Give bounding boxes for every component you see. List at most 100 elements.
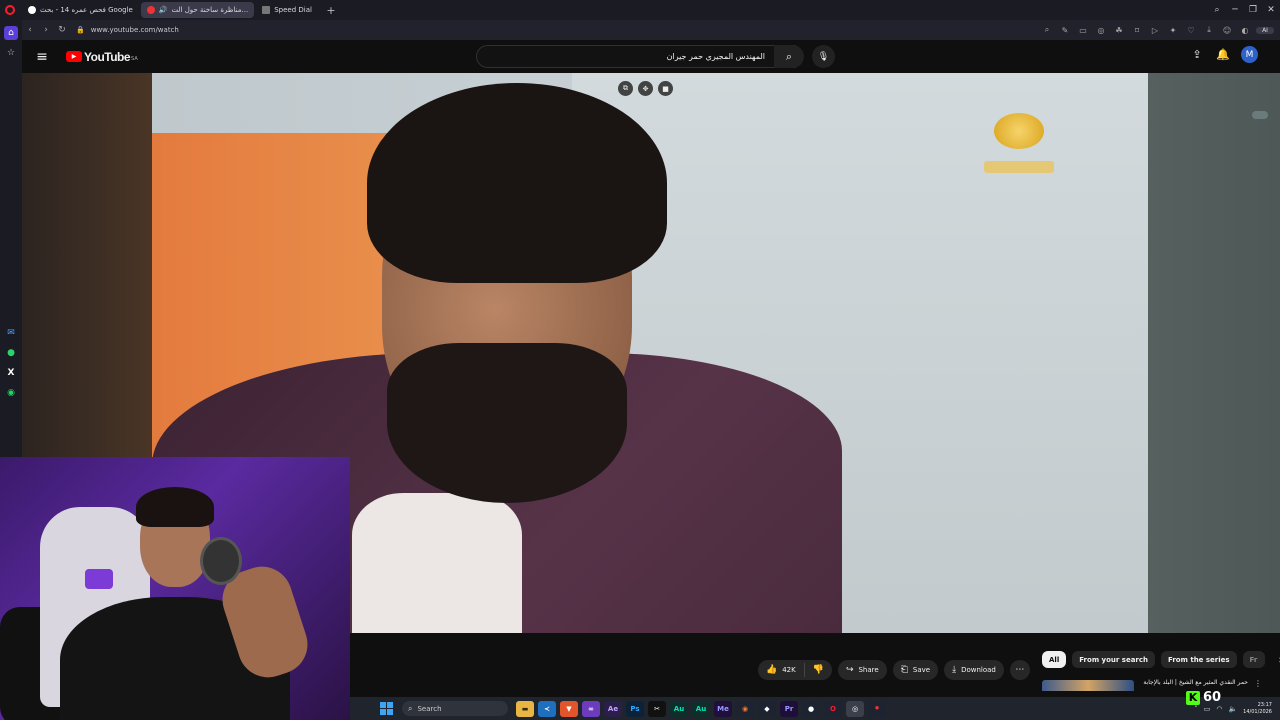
premiere-icon[interactable]: Pr <box>780 700 798 717</box>
stream-viewer-badge: K 60 <box>1186 690 1221 705</box>
spotify-icon[interactable]: ◉ <box>4 386 18 400</box>
chip-from-the-series[interactable]: From the series <box>1161 651 1237 668</box>
recommended-video-thumbnail[interactable] <box>1042 680 1134 691</box>
chip-from-your-search[interactable]: From your search <box>1072 651 1156 668</box>
more-actions-button[interactable]: ⋯ <box>1009 660 1030 680</box>
extensions-icon[interactable]: ☘ <box>1112 26 1126 35</box>
opera-logo-icon[interactable] <box>0 0 20 20</box>
bookmark-icon[interactable]: ⌑ <box>1130 26 1144 35</box>
capcut-icon[interactable]: ✂ <box>648 700 666 717</box>
new-tab-button[interactable]: + <box>324 3 338 17</box>
aria-ai-button[interactable]: AI <box>1256 26 1274 34</box>
back-icon[interactable]: ‹ <box>22 25 38 35</box>
upload-icon[interactable]: ⇪ <box>1189 48 1205 61</box>
recommended-more-icon[interactable]: ⋮ <box>1254 679 1262 688</box>
snapshot-icon[interactable]: ✥ <box>638 81 653 96</box>
video-camera-icon[interactable]: ■ <box>658 81 673 96</box>
download-button[interactable]: ⤓ Download <box>944 660 1004 680</box>
tray-chevron-icon[interactable]: ˄ <box>1194 705 1198 713</box>
browser-tab-strip: فحص عمره 14 - بحث Google 🔊 مناظرة ساخنة … <box>0 0 1280 20</box>
chip-all[interactable]: All <box>1042 651 1067 668</box>
tab-search-icon[interactable]: ⌕ <box>1208 5 1226 15</box>
tab-google-search[interactable]: فحص عمره 14 - بحث Google <box>22 2 139 18</box>
x-twitter-icon[interactable]: X <box>4 366 18 380</box>
youtube-header: ≡ ▶ YouTube SA ✕ ⌕ 🎙 ⇪ 🔔 M <box>22 40 1280 73</box>
clock-date: 14/01/2026 <box>1243 708 1272 715</box>
unity-icon[interactable]: ◆ <box>758 700 776 717</box>
after-effects-icon[interactable]: Ae <box>604 700 622 717</box>
window-controls: ⌕ ─ ❐ ✕ <box>1208 0 1280 20</box>
taskbar-apps: ▬ ≺ ▼ ∞ Ae Ps ✂ Au Au Me ◉ ◆ Pr ● O ◎ ⏺ <box>516 700 886 717</box>
lens-icon[interactable]: ⌕ <box>1040 25 1054 35</box>
heart-icon[interactable]: ♡ <box>1184 26 1198 35</box>
brave-icon[interactable]: ▼ <box>560 700 578 717</box>
youtube-logo[interactable]: ▶ YouTube SA <box>66 50 138 64</box>
share-label: Share <box>858 666 879 674</box>
search-input[interactable] <box>477 52 775 61</box>
microphone-icon: 🎙 <box>817 51 830 62</box>
wifi-icon[interactable]: ◠ <box>1216 705 1222 713</box>
chip-more[interactable]: Fr <box>1242 651 1265 668</box>
minimize-button[interactable]: ─ <box>1226 5 1244 15</box>
save-button[interactable]: ⎗ Save <box>892 660 939 680</box>
url-field[interactable]: 🔒 www.youtube.com/watch <box>76 26 179 34</box>
record-icon[interactable]: ⏺ <box>868 700 886 717</box>
forward-icon[interactable]: › <box>38 25 54 35</box>
audition-icon[interactable]: Au <box>670 700 688 717</box>
streamer-webcam <box>0 457 350 720</box>
home-icon[interactable]: ⌂ <box>4 26 18 40</box>
whatsapp-icon[interactable]: ● <box>4 346 18 360</box>
ambient-toggle[interactable] <box>1252 111 1268 119</box>
download-label: Download <box>961 666 996 674</box>
volume-icon[interactable]: 🔈 <box>1228 705 1237 713</box>
photoshop-icon[interactable]: Ps <box>626 700 644 717</box>
media-encoder-icon[interactable]: Me <box>714 700 732 717</box>
voice-search-button[interactable]: 🎙 <box>812 45 835 68</box>
file-explorer-icon[interactable]: ▬ <box>516 700 534 717</box>
reload-icon[interactable]: ↻ <box>54 25 70 35</box>
tab-label: مناظرة ساخنة حول الت... <box>171 6 249 14</box>
easy-setup-icon[interactable]: ◐ <box>1238 26 1252 35</box>
blender-icon[interactable]: ◉ <box>736 700 754 717</box>
avatar[interactable]: M <box>1241 46 1258 63</box>
play-icon[interactable]: ▷ <box>1148 26 1162 35</box>
recommended-video-title[interactable]: حمر النقدي المثير مع الشيخ | البلد بالإج… <box>1138 679 1248 686</box>
camera-icon[interactable]: ◎ <box>1094 26 1108 35</box>
address-bar-row: ‹ › ↻ 🔒 www.youtube.com/watch ⌕ ✎ ▭ ◎ ☘ … <box>22 20 1280 40</box>
tab-youtube-video[interactable]: 🔊 مناظرة ساخنة حول الت... <box>140 2 255 18</box>
search-icon: ⌕ <box>408 703 413 713</box>
download-icon[interactable]: ⤓ <box>1202 25 1216 35</box>
channel-watermark-logo <box>994 113 1044 149</box>
maximize-button[interactable]: ❐ <box>1244 5 1262 15</box>
messenger-icon[interactable]: ✉ <box>4 326 18 340</box>
battery-icon[interactable]: ▭ <box>1204 705 1211 713</box>
pip-icon[interactable]: ▭ <box>1076 26 1090 35</box>
edit-icon[interactable]: ✎ <box>1058 26 1072 35</box>
obs-icon[interactable]: ● <box>802 700 820 717</box>
taskbar-search[interactable]: ⌕ Search <box>402 701 508 716</box>
share-button[interactable]: ↪ Share <box>837 660 887 680</box>
close-window-button[interactable]: ✕ <box>1262 5 1280 15</box>
menu-icon[interactable]: ≡ <box>22 49 62 65</box>
vscode-icon[interactable]: ≺ <box>538 700 556 717</box>
like-button[interactable]: 👍 42K <box>758 663 805 677</box>
chrome-icon[interactable]: ◎ <box>846 700 864 717</box>
search-button[interactable]: ⌕ <box>774 45 804 68</box>
visual-studio-icon[interactable]: ∞ <box>582 700 600 717</box>
copy-icon[interactable]: ⧉ <box>618 81 633 96</box>
audio-playing-icon[interactable]: 🔊 <box>159 6 168 14</box>
pinboard-icon[interactable]: ☆ <box>4 46 18 60</box>
profile-icon[interactable]: ☺ <box>1220 26 1234 35</box>
windows-start-icon[interactable] <box>378 701 394 717</box>
search-icon: ⌕ <box>785 49 793 63</box>
dislike-button[interactable]: 👎 <box>805 665 832 675</box>
audition-icon[interactable]: Au <box>692 700 710 717</box>
opera-icon[interactable]: O <box>824 700 842 717</box>
download-arrow-icon: ⤓ <box>952 665 957 675</box>
tab-speed-dial[interactable]: Speed Dial <box>256 2 318 18</box>
pin-icon[interactable]: ✦ <box>1166 26 1180 35</box>
taskbar-clock[interactable]: 23:17 14/01/2026 <box>1243 702 1272 716</box>
bookmark-save-icon: ⎗ <box>900 665 908 675</box>
notifications-bell-icon[interactable]: 🔔 <box>1215 48 1231 61</box>
youtube-play-icon: ▶ <box>66 51 82 62</box>
